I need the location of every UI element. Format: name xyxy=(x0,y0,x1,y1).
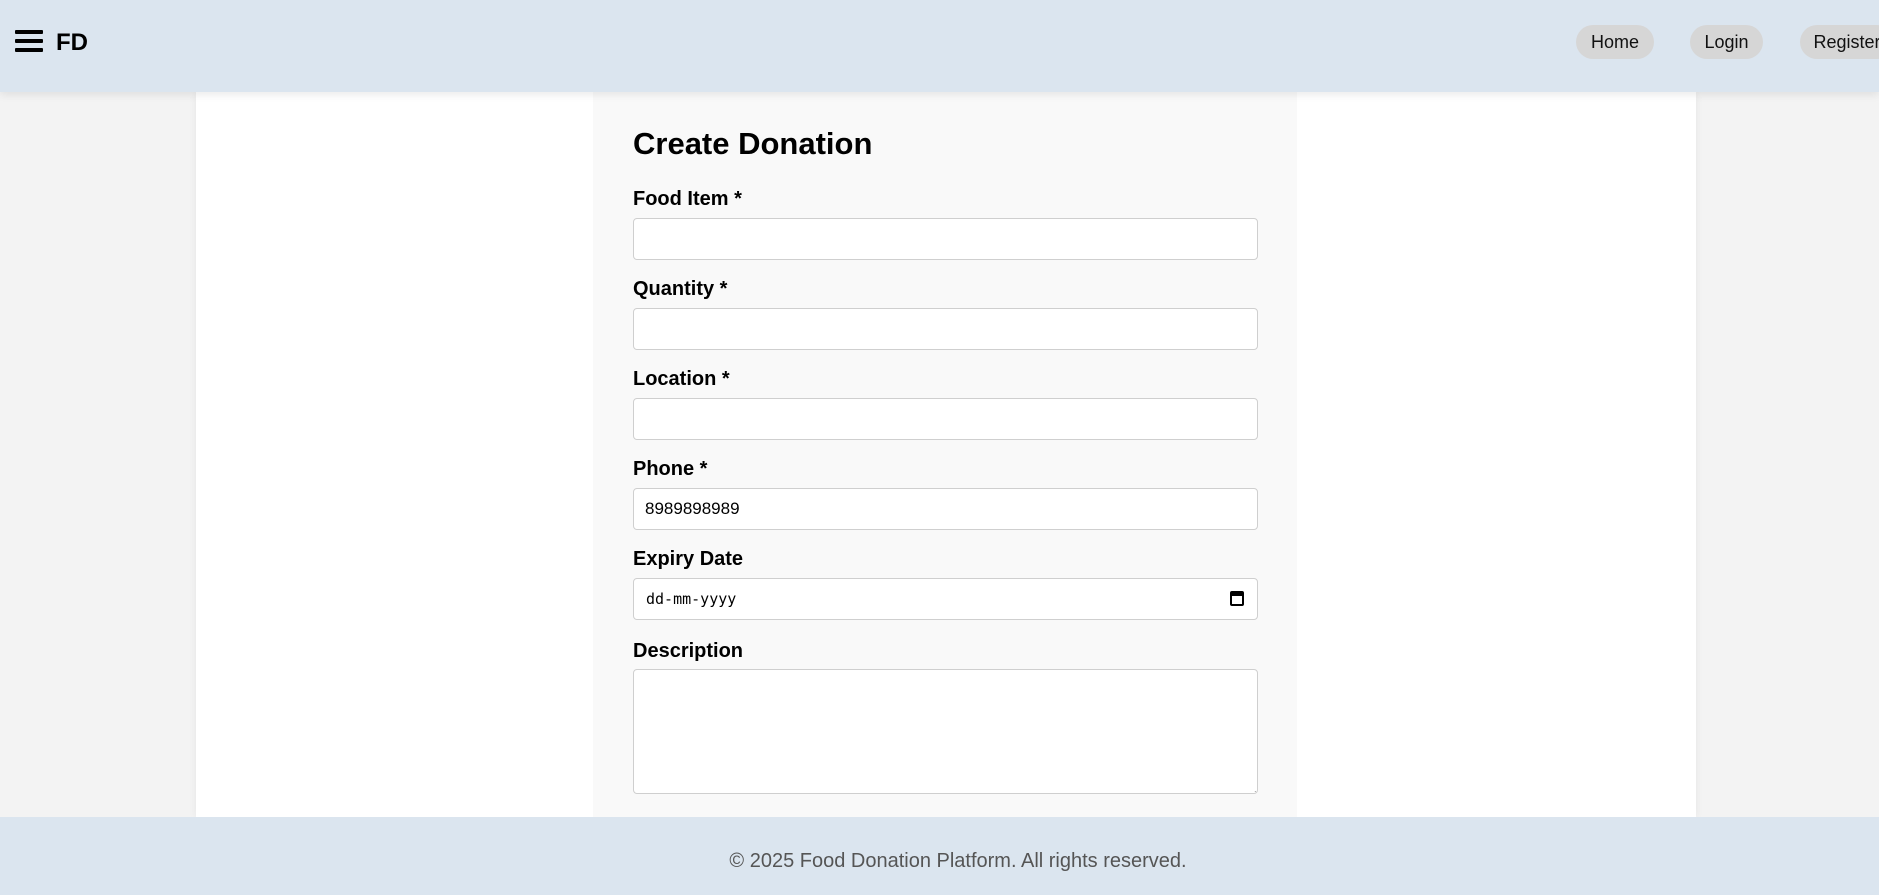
calendar-icon[interactable] xyxy=(1230,591,1244,606)
menu-bar xyxy=(15,48,43,52)
nav-home-button[interactable]: Home xyxy=(1576,25,1654,59)
quantity-label: Quantity * xyxy=(633,278,728,300)
food-item-input[interactable] xyxy=(633,218,1258,260)
resize-handle-icon[interactable] xyxy=(1246,782,1256,792)
hamburger-menu-icon[interactable] xyxy=(15,29,43,55)
expiry-date-input[interactable]: dd-mm-yyyy xyxy=(633,578,1258,620)
expiry-date-label: Expiry Date xyxy=(633,548,744,570)
site-footer: © 2025 Food Donation Platform. All right… xyxy=(0,817,1879,895)
quantity-input[interactable] xyxy=(633,308,1258,350)
form-title: Create Donation xyxy=(633,126,873,161)
site-header: FD Home Login Register xyxy=(0,0,1879,92)
description-label: Description xyxy=(633,640,744,662)
phone-label: Phone * xyxy=(633,458,708,480)
brand-logo[interactable]: FD xyxy=(56,29,88,57)
expiry-date-placeholder: dd-mm-yyyy xyxy=(646,590,737,608)
food-item-label: Food Item * xyxy=(633,188,742,210)
create-donation-form: Create Donation Food Item * Quantity * L… xyxy=(593,92,1297,817)
location-input[interactable] xyxy=(633,398,1258,440)
location-label: Location * xyxy=(633,368,730,390)
menu-bar xyxy=(15,39,43,43)
menu-bar xyxy=(15,30,43,34)
footer-copyright: © 2025 Food Donation Platform. All right… xyxy=(729,850,1187,872)
nav-login-button[interactable]: Login xyxy=(1690,25,1763,59)
description-textarea[interactable] xyxy=(633,669,1258,794)
nav-register-button[interactable]: Register xyxy=(1800,25,1879,59)
phone-input[interactable] xyxy=(633,488,1258,530)
